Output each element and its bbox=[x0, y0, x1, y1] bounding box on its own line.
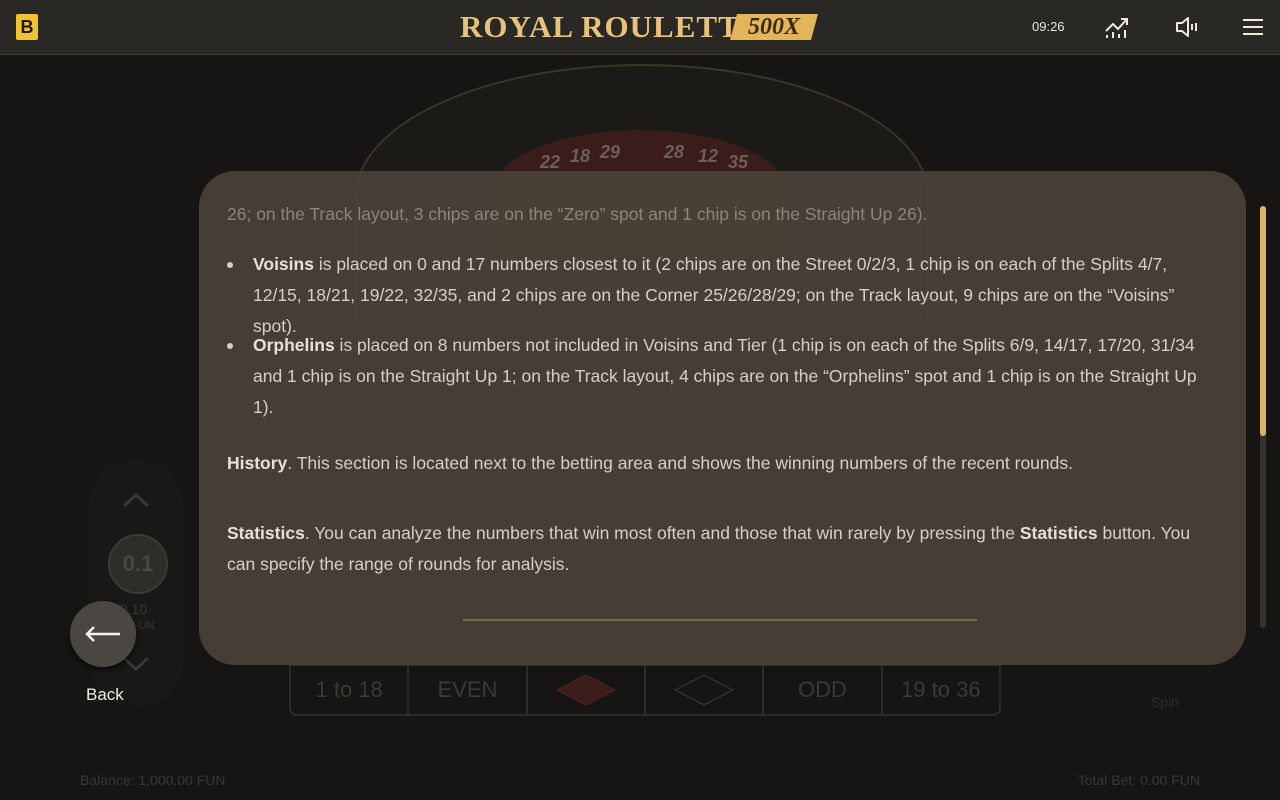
wheel-number: 35 bbox=[728, 152, 749, 172]
orphelins-text: is placed on 8 numbers not included in V… bbox=[253, 335, 1197, 417]
statistics-button-term: Statistics bbox=[1019, 523, 1098, 543]
voisins-paragraph: Voisins is placed on 0 and 17 numbers cl… bbox=[253, 249, 1213, 342]
section-divider bbox=[463, 619, 977, 621]
voisins-term: Voisins bbox=[253, 254, 314, 274]
bet-odd[interactable]: ODD bbox=[764, 666, 883, 714]
outside-bets-row: 1 to 18 EVEN ODD 19 to 36 bbox=[289, 664, 1001, 716]
bullet-dot bbox=[227, 343, 233, 349]
sound-icon[interactable] bbox=[1174, 14, 1200, 40]
arrow-left-icon bbox=[85, 626, 120, 642]
bet-high[interactable]: 19 to 36 bbox=[883, 666, 999, 714]
bet-low[interactable]: 1 to 18 bbox=[291, 666, 410, 714]
statistics-paragraph: Statistics. You can analyze the numbers … bbox=[227, 518, 1217, 580]
multiplier-badge: 500X bbox=[730, 14, 818, 40]
orphelins-paragraph: Orphelins is placed on 8 numbers not inc… bbox=[253, 330, 1213, 423]
statistics-chart-icon[interactable] bbox=[1104, 14, 1130, 40]
rules-panel[interactable]: 26; on the Track layout, 3 chips are on … bbox=[199, 171, 1246, 665]
brand-logo: B bbox=[16, 14, 38, 40]
wheel-number: 22 bbox=[540, 152, 561, 172]
balance: Balance: 1,000.00 FUN bbox=[80, 772, 226, 788]
history-term: History bbox=[227, 453, 288, 473]
spin-label: Spin bbox=[1151, 694, 1180, 710]
history-paragraph: History. This section is located next to… bbox=[227, 448, 1217, 479]
clock: 09:26 bbox=[1032, 19, 1065, 34]
scrollbar-thumb[interactable] bbox=[1260, 206, 1266, 436]
bet-even[interactable]: EVEN bbox=[409, 666, 528, 714]
chip-value-button[interactable]: 0.1 bbox=[108, 534, 168, 594]
wheel-number: 18 bbox=[570, 146, 591, 166]
rules-faded-line: 26; on the Track layout, 3 chips are on … bbox=[227, 204, 928, 224]
chevron-up-icon[interactable] bbox=[122, 492, 150, 508]
wheel-number: 12 bbox=[698, 146, 719, 166]
back-label: Back bbox=[86, 685, 124, 704]
game-title: ROYAL ROULETTE bbox=[460, 9, 762, 44]
voisins-text: is placed on 0 and 17 numbers closest to… bbox=[253, 254, 1175, 336]
top-bar: B ROYAL ROULETTE 500X 09:26 bbox=[0, 0, 1280, 55]
orphelins-term: Orphelins bbox=[253, 335, 335, 355]
wheel-number: 29 bbox=[600, 142, 621, 162]
back-button[interactable] bbox=[70, 601, 136, 667]
chevron-down-icon[interactable] bbox=[122, 656, 150, 672]
menu-icon[interactable] bbox=[1240, 14, 1266, 40]
total-bet: Total Bet: 0.00 FUN bbox=[1077, 772, 1200, 788]
bet-black[interactable] bbox=[646, 666, 765, 714]
bullet-dot bbox=[227, 262, 233, 268]
history-text: . This section is located next to the be… bbox=[287, 453, 1073, 473]
red-diamond-icon bbox=[555, 674, 616, 706]
bet-red[interactable] bbox=[528, 666, 646, 714]
wheel-number: 28 bbox=[664, 142, 685, 162]
black-diamond-icon bbox=[674, 674, 735, 706]
statistics-term: Statistics bbox=[227, 523, 305, 543]
statistics-text-1: . You can analyze the numbers that win m… bbox=[304, 523, 1020, 543]
